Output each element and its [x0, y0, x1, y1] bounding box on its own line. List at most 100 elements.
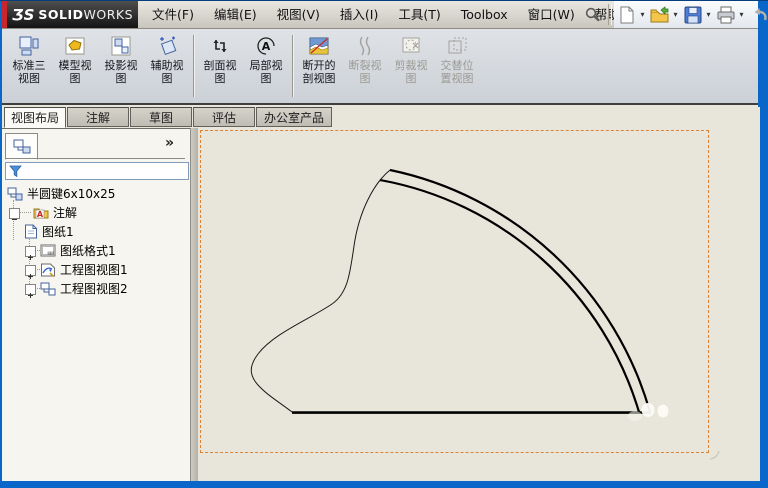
broken-out-section-button[interactable]: 断开的 剖视图 — [296, 29, 342, 103]
print-dropdown-caret[interactable]: ▾ — [737, 10, 746, 19]
quick-access-toolbar: ▾ ▾ ▾ ▾ — [614, 1, 767, 28]
button-label: 图 — [161, 72, 173, 85]
tree-item-label: 工程图视图1 — [60, 263, 128, 277]
open-dropdown-caret[interactable]: ▾ — [671, 10, 680, 19]
panel-splitter[interactable] — [190, 128, 198, 481]
toolbar-divider — [608, 4, 612, 25]
open-folder-icon — [650, 5, 669, 22]
logo-text-works: WORKS — [83, 7, 134, 22]
menu-bar: 文件(F) 编辑(E) 视图(V) 插入(I) 工具(T) Toolbox 窗口… — [142, 1, 649, 28]
standard-3-view-icon — [19, 36, 39, 56]
tab-office-products[interactable]: 办公室产品 — [256, 107, 332, 127]
graphics-area[interactable] — [198, 107, 760, 481]
feature-tree-tab[interactable] — [5, 133, 38, 160]
save-button[interactable] — [682, 4, 704, 26]
tree-root-label: 半圆键6x10x25 — [27, 187, 116, 201]
feature-tree: 半圆键6x10x25 A 注解 图纸1 图纸格式1 工程图视图1 工程图视图2 — [2, 184, 190, 481]
tab-annotation[interactable]: 注解 — [67, 107, 129, 127]
button-label: 图 — [359, 72, 371, 85]
detail-view-button[interactable]: A 局部视 图 — [243, 29, 289, 103]
save-dropdown-caret[interactable]: ▾ — [704, 10, 713, 19]
button-label: 剖面视 — [203, 59, 237, 72]
workspace: 视图布局 注解 草图 评估 办公室产品 » 半圆键6x10x25 A 注解 图纸… — [2, 107, 760, 481]
drawing-tree-icon — [13, 139, 30, 153]
new-document-icon — [620, 6, 634, 23]
projected-view-button[interactable]: 投影视 图 — [98, 29, 144, 103]
sheet-format-icon — [40, 244, 56, 257]
button-label: 模型视 — [58, 59, 92, 72]
tree-item-label: 注解 — [53, 206, 78, 220]
solidworks-window: ƷS SOLID WORKS 文件(F) 编辑(E) 视图(V) 插入(I) 工… — [0, 0, 768, 488]
model-view-button[interactable]: 模型视 图 — [52, 29, 98, 103]
expander-minus[interactable] — [9, 208, 20, 220]
drawing-document-icon — [7, 187, 23, 201]
menu-edit[interactable]: 编辑(E) — [204, 1, 267, 28]
button-label: 图 — [214, 72, 226, 85]
solidworks-logo: ƷS SOLID WORKS — [7, 1, 138, 28]
auxiliary-view-icon — [160, 36, 177, 55]
button-label: 断开的 — [302, 59, 336, 72]
undo-button[interactable] — [748, 4, 768, 26]
button-label: 交替位 — [440, 59, 474, 72]
alternate-position-view-icon — [448, 37, 467, 54]
tab-evaluate[interactable]: 评估 — [193, 107, 255, 127]
print-icon — [717, 6, 735, 23]
search-button[interactable] — [580, 4, 604, 25]
menu-view[interactable]: 视图(V) — [267, 1, 330, 28]
drawing-view-icon — [40, 263, 56, 277]
section-view-button[interactable]: 剖面视 图 — [197, 29, 243, 103]
standard-3-view-button[interactable]: 标准三 视图 — [6, 29, 52, 103]
drawing-view2-icon — [40, 282, 56, 296]
handle-dot — [657, 404, 669, 418]
tab-sketch[interactable]: 草图 — [130, 107, 192, 127]
expander-plus[interactable] — [25, 246, 36, 260]
tree-item-annotations[interactable]: A 注解 — [33, 203, 77, 222]
new-dropdown-caret[interactable]: ▾ — [638, 10, 647, 19]
command-manager-tabs: 视图布局 注解 草图 评估 办公室产品 — [4, 107, 333, 128]
break-view-button[interactable]: 断裂视 图 — [342, 29, 388, 103]
broken-out-section-icon — [309, 37, 329, 55]
tree-root-drawing[interactable]: 半圆键6x10x25 — [7, 184, 115, 203]
crop-view-icon — [402, 37, 420, 53]
menu-tools[interactable]: 工具(T) — [388, 1, 450, 28]
model-view-icon — [65, 37, 85, 55]
button-label: 标准三 — [12, 59, 46, 72]
menu-file[interactable]: 文件(F) — [142, 1, 204, 28]
button-label: 图 — [69, 72, 81, 85]
open-button[interactable] — [649, 4, 671, 26]
print-button[interactable] — [715, 4, 737, 26]
button-label: 辅助视 — [150, 59, 184, 72]
tree-item-drawing-view2[interactable]: 工程图视图2 — [40, 279, 128, 298]
tree-item-drawing-view1[interactable]: 工程图视图1 — [40, 260, 128, 279]
break-view-icon — [359, 36, 371, 56]
auxiliary-view-button[interactable]: 辅助视 图 — [144, 29, 190, 103]
expander-plus[interactable] — [25, 265, 36, 279]
inner-arc-edge — [379, 178, 641, 413]
tree-item-sheet1[interactable]: 图纸1 — [24, 222, 74, 241]
tree-item-sheet-format1[interactable]: 图纸格式1 — [40, 241, 116, 260]
logo-mark: ƷS — [11, 5, 35, 24]
toolbar-separator — [193, 35, 194, 97]
panel-expand-chevron[interactable]: » — [165, 135, 174, 151]
tree-filter-field[interactable] — [5, 162, 189, 180]
crop-view-button[interactable]: 剪裁视 图 — [388, 29, 434, 103]
expander-plus[interactable] — [25, 284, 36, 298]
alternate-position-view-button[interactable]: 交替位 置视图 — [434, 29, 480, 103]
button-label: 图 — [260, 72, 272, 85]
section-view-icon — [213, 40, 227, 52]
logo-text-solid: SOLID — [38, 7, 84, 22]
menu-toolbox[interactable]: Toolbox — [451, 1, 518, 28]
window-content: ƷS SOLID WORKS 文件(F) 编辑(E) 视图(V) 插入(I) 工… — [2, 1, 767, 481]
button-label: 断裂视 — [348, 59, 382, 72]
menu-window[interactable]: 窗口(W) — [518, 1, 585, 28]
menu-insert[interactable]: 插入(I) — [330, 1, 388, 28]
command-manager-toolbar: 标准三 视图 模型视 图 投影视 图 辅助视 图 剖面视 图 A 局部视 图 断… — [2, 29, 758, 105]
undo-icon — [754, 8, 767, 21]
tree-item-label: 工程图视图2 — [60, 282, 128, 296]
drawing-view-geometry[interactable] — [198, 107, 760, 481]
tree-item-label: 图纸1 — [42, 225, 74, 239]
break-spline-edge — [250, 169, 391, 413]
tab-view-layout[interactable]: 视图布局 — [4, 107, 66, 128]
new-document-button[interactable] — [616, 4, 638, 26]
annotations-folder-icon: A — [33, 206, 49, 219]
